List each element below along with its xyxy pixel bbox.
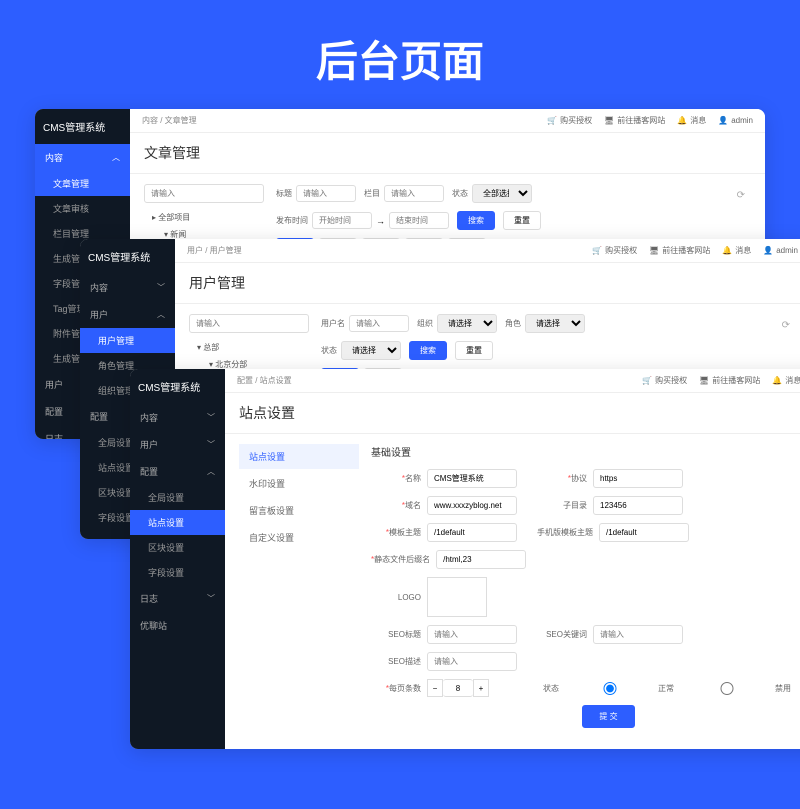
search-button[interactable]: 搜索 — [457, 211, 495, 230]
tab-watermark[interactable]: 水印设置 — [239, 471, 359, 496]
nav-site[interactable]: 站点设置 — [130, 510, 225, 535]
nav-sec-config[interactable]: 配置︿ — [130, 458, 225, 485]
filter-col[interactable] — [384, 185, 444, 202]
nav-sec-content[interactable]: 内容︿ — [35, 144, 130, 171]
filter-status[interactable]: 请选择 — [341, 341, 401, 360]
bell-icon: 🔔 — [772, 376, 782, 385]
cart-icon: 🛒 — [592, 246, 602, 255]
chevron-up-icon: ︿ — [112, 152, 120, 163]
step-plus[interactable]: + — [473, 679, 489, 697]
nav-user-mgmt[interactable]: 用户管理 — [80, 328, 175, 353]
breadcrumb: 用户 / 用户管理 — [187, 245, 242, 256]
page-title: 站点设置 — [225, 393, 800, 434]
filter-end[interactable] — [389, 212, 449, 229]
screen-icon: 🖥 — [649, 246, 659, 255]
nav-article-audit[interactable]: 文章审核 — [35, 196, 130, 221]
input-tpl[interactable] — [427, 523, 517, 542]
form-section-title: 基础设置 — [371, 444, 800, 459]
refresh-icon[interactable]: ⟳ — [782, 320, 790, 331]
nav-sec-content[interactable]: 内容﹀ — [80, 274, 175, 301]
page-stepper[interactable]: −+ — [427, 679, 489, 697]
msg-link[interactable]: 🔔消息 — [677, 115, 706, 126]
step-value[interactable] — [443, 679, 473, 697]
app-logo: CMS管理系统 — [35, 109, 130, 144]
input-seo-desc[interactable] — [427, 652, 517, 671]
app-logo: CMS管理系统 — [130, 369, 225, 404]
buy-link[interactable]: 🛒购买授权 — [592, 245, 637, 256]
buy-link[interactable]: 🛒购买授权 — [642, 375, 687, 386]
nav-block[interactable]: 区块设置 — [130, 535, 225, 560]
cart-icon: 🛒 — [547, 116, 557, 125]
buy-link[interactable]: 🛒购买授权 — [547, 115, 592, 126]
radio-off[interactable]: 禁用 — [682, 682, 791, 695]
bell-icon: 🔔 — [677, 116, 687, 125]
tree-root[interactable]: ▸ 全部项目 — [144, 209, 264, 226]
user-menu[interactable]: 👤admin — [763, 246, 798, 255]
screen-icon: 🖥 — [699, 376, 709, 385]
sidebar: CMS管理系统 内容﹀ 用户﹀ 配置︿ 全局设置 站点设置 区块设置 字段设置 … — [130, 369, 225, 749]
filter-user[interactable] — [349, 315, 409, 332]
radio-on[interactable]: 正常 — [565, 682, 674, 695]
search-button[interactable]: 搜索 — [409, 341, 447, 360]
tree-search[interactable] — [189, 314, 309, 333]
page-title: 用户管理 — [175, 263, 800, 304]
input-tpl-mobile[interactable] — [599, 523, 689, 542]
hero-title: 后台页面 — [0, 0, 800, 109]
cart-icon: 🛒 — [642, 376, 652, 385]
page-title: 文章管理 — [130, 133, 765, 174]
filter-role[interactable]: 请选择 — [525, 314, 585, 333]
fore-link[interactable]: 🖥前往播客网站 — [604, 115, 665, 126]
breadcrumb: 内容 / 文章管理 — [142, 115, 197, 126]
nav-field[interactable]: 字段设置 — [130, 560, 225, 585]
filter-start[interactable] — [312, 212, 372, 229]
input-subdir[interactable] — [593, 496, 683, 515]
step-minus[interactable]: − — [427, 679, 443, 697]
input-seo-keywords[interactable] — [593, 625, 683, 644]
input-domain[interactable] — [427, 496, 517, 515]
nav-sec-user[interactable]: 用户︿ — [80, 301, 175, 328]
tab-guestbook[interactable]: 留言板设置 — [239, 498, 359, 523]
reset-button[interactable]: 重置 — [455, 341, 493, 360]
nav-sec-user[interactable]: 用户﹀ — [130, 431, 225, 458]
nav-sec-chat[interactable]: 优聊站 — [130, 612, 225, 639]
user-menu[interactable]: 👤admin — [718, 116, 753, 125]
user-icon: 👤 — [718, 116, 728, 125]
screenshot-settings: CMS管理系统 内容﹀ 用户﹀ 配置︿ 全局设置 站点设置 区块设置 字段设置 … — [130, 369, 800, 749]
filter-title[interactable] — [296, 185, 356, 202]
input-seo-title[interactable] — [427, 625, 517, 644]
tab-custom[interactable]: 自定义设置 — [239, 525, 359, 550]
msg-link[interactable]: 🔔消息 — [772, 375, 800, 386]
filter-org[interactable]: 请选择 — [437, 314, 497, 333]
breadcrumb: 配置 / 站点设置 — [237, 375, 292, 386]
input-proto[interactable] — [593, 469, 683, 488]
submit-button[interactable]: 提 交 — [582, 705, 634, 728]
msg-link[interactable]: 🔔消息 — [722, 245, 751, 256]
tree-root[interactable]: ▾ 总部 — [189, 339, 309, 356]
refresh-icon[interactable]: ⟳ — [737, 190, 745, 201]
nav-sec-content[interactable]: 内容﹀ — [130, 404, 225, 431]
tab-site[interactable]: 站点设置 — [239, 444, 359, 469]
tree-search[interactable] — [144, 184, 264, 203]
logo-upload[interactable] — [427, 577, 487, 617]
nav-article-mgmt[interactable]: 文章管理 — [35, 171, 130, 196]
bell-icon: 🔔 — [722, 246, 732, 255]
nav-global[interactable]: 全局设置 — [130, 485, 225, 510]
input-static-suffix[interactable] — [436, 550, 526, 569]
fore-link[interactable]: 🖥前往播客网站 — [699, 375, 760, 386]
app-logo: CMS管理系统 — [80, 239, 175, 274]
screen-icon: 🖥 — [604, 116, 614, 125]
input-name[interactable] — [427, 469, 517, 488]
reset-button[interactable]: 重置 — [503, 211, 541, 230]
fore-link[interactable]: 🖥前往播客网站 — [649, 245, 710, 256]
nav-sec-log[interactable]: 日志﹀ — [130, 585, 225, 612]
filter-status[interactable]: 全部选择 — [472, 184, 532, 203]
user-icon: 👤 — [763, 246, 773, 255]
